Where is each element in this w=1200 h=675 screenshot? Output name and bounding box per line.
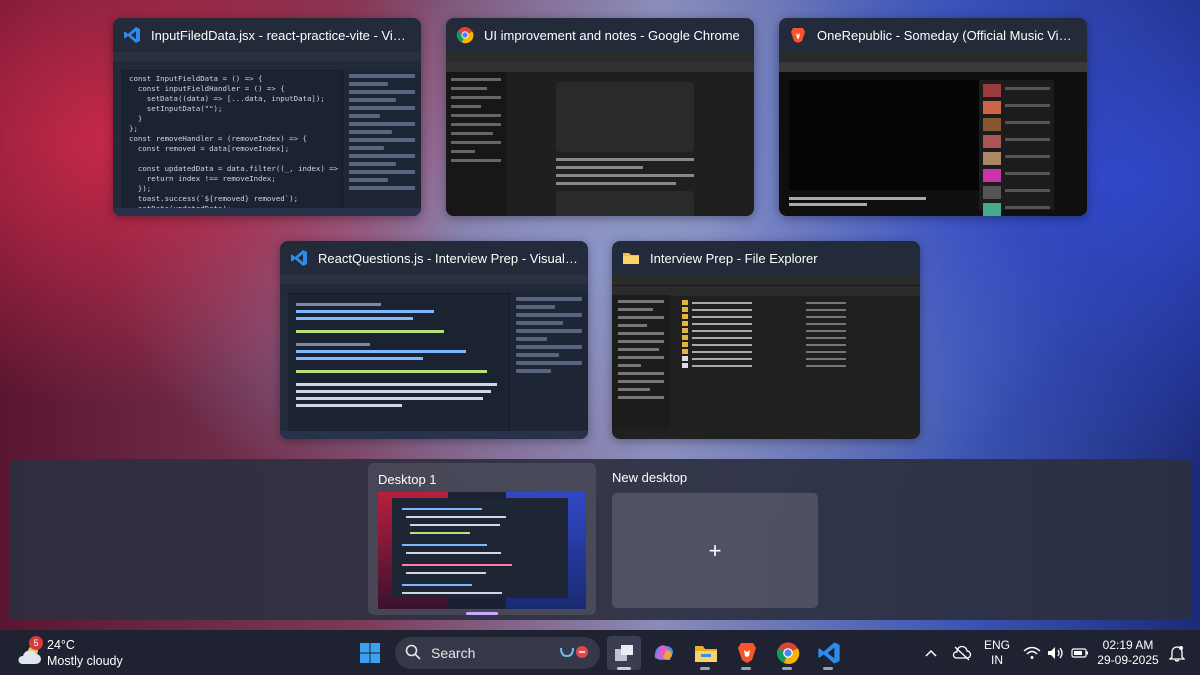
task-view-active-indicator — [617, 667, 631, 670]
window-thumbnail: const InputFieldData = () => { const inp… — [113, 52, 421, 216]
language-code: ENG — [983, 638, 1010, 652]
code-line: const inputFieldHandler = () => { — [129, 84, 285, 93]
vscode-icon — [290, 249, 308, 267]
window-vscode-reactquestions[interactable]: ReactQuestions.js - Interview Prep - Vis… — [280, 241, 588, 439]
bell-icon — [1169, 646, 1185, 662]
copilot-icon — [654, 645, 673, 660]
vscode-icon — [818, 642, 840, 664]
notifications-button[interactable] — [1164, 638, 1190, 668]
code-editor-preview — [296, 299, 508, 427]
window-title: ReactQuestions.js - Interview Prep - Vis… — [318, 250, 578, 266]
cloud-off-icon — [952, 645, 972, 661]
code-line: const removeHandler = (removeIndex) => { — [129, 134, 307, 143]
window-thumbnail — [280, 275, 588, 439]
code-line: setData((data) => [...data, inputData]); — [129, 94, 325, 103]
file-explorer-taskbar-button[interactable] — [691, 638, 721, 668]
window-title-bar[interactable]: Interview Prep - File Explorer — [612, 241, 920, 275]
vscode-taskbar-button[interactable] — [814, 638, 844, 668]
code-line: const removed = data[removeIndex]; — [129, 144, 290, 153]
weather-temperature: 24°C — [47, 638, 75, 652]
window-chrome-ui-improvement[interactable]: UI improvement and notes - Google Chrome — [446, 18, 754, 216]
folder-icon — [695, 646, 717, 662]
code-line: }; — [129, 124, 138, 133]
window-title: UI improvement and notes - Google Chrome — [484, 27, 740, 43]
window-title-bar[interactable]: OneRepublic - Someday (Official Music Vi… — [779, 18, 1087, 52]
active-desktop-indicator — [466, 612, 498, 615]
windows-logo-icon — [360, 643, 380, 663]
window-title: InputFiledData.jsx - react-practice-vite… — [151, 27, 411, 43]
desktop-1-label: Desktop 1 — [378, 472, 437, 487]
chrome-taskbar-button[interactable] — [773, 638, 803, 668]
search-label: Search — [431, 645, 476, 661]
brave-icon — [738, 643, 756, 663]
copilot-button[interactable] — [649, 638, 679, 668]
weather-condition: Mostly cloudy — [47, 654, 123, 668]
code-line: return index !== removeIndex; — [129, 174, 276, 183]
code-line: const updatedData = data.filter((_, inde… — [129, 164, 348, 173]
volume-icon — [1048, 647, 1063, 659]
window-title: Interview Prep - File Explorer — [650, 250, 818, 266]
code-line: const InputFieldData = () => { — [129, 74, 263, 83]
battery-icon — [1071, 648, 1088, 658]
explorer-running-indicator — [700, 667, 710, 670]
window-thumbnail — [446, 52, 754, 216]
virtual-desktops-bar — [9, 459, 1191, 620]
clock[interactable]: 02:19 AM 29-09-2025 — [1095, 638, 1161, 668]
clock-date: 29-09-2025 — [1097, 653, 1159, 667]
chrome-running-indicator — [782, 667, 792, 670]
window-title: OneRepublic - Someday (Official Music Vi… — [817, 27, 1077, 43]
code-line: toast.success(`${removed} removed`); — [129, 194, 299, 203]
code-line: }); — [129, 184, 152, 193]
window-title-bar[interactable]: InputFiledData.jsx - react-practice-vite… — [113, 18, 421, 52]
task-view-icon — [615, 645, 633, 661]
window-file-explorer[interactable]: Interview Prep - File Explorer — [612, 241, 920, 439]
taskbar-search-box[interactable]: Search — [395, 637, 600, 669]
clock-time: 02:19 AM — [1102, 638, 1154, 652]
vscode-running-indicator — [823, 667, 833, 670]
start-button[interactable] — [355, 638, 385, 668]
new-desktop-button[interactable]: + — [612, 493, 818, 608]
weather-notification-badge: 5 — [29, 636, 43, 650]
desktop-1-preview[interactable] — [378, 492, 586, 609]
code-line: setInputData(""); — [129, 104, 223, 113]
window-thumbnail — [612, 275, 920, 439]
search-icon — [405, 644, 421, 663]
window-vscode-inputfield[interactable]: InputFiledData.jsx - react-practice-vite… — [113, 18, 421, 216]
chrome-icon — [456, 26, 474, 44]
code-line: } — [129, 114, 143, 123]
code-editor-preview: const InputFieldData = () => { const inp… — [129, 74, 348, 216]
window-thumbnail — [779, 52, 1087, 216]
window-title-bar[interactable]: ReactQuestions.js - Interview Prep - Vis… — [280, 241, 588, 275]
chevron-up-icon — [925, 649, 937, 657]
brave-icon — [789, 26, 807, 44]
show-hidden-icons-button[interactable] — [918, 638, 944, 668]
search-highlight-icon — [558, 642, 590, 665]
brave-taskbar-button[interactable] — [732, 638, 762, 668]
folder-icon — [622, 249, 640, 267]
weather-text[interactable]: 24°C Mostly cloudy — [47, 637, 123, 669]
plus-icon: + — [708, 537, 722, 563]
explorer-panel-preview — [509, 293, 588, 431]
cloud-offline-button[interactable] — [948, 638, 976, 668]
language-indicator[interactable]: ENG IN — [982, 638, 1012, 668]
wifi-icon — [1023, 646, 1041, 659]
window-title-bar[interactable]: UI improvement and notes - Google Chrome — [446, 18, 754, 52]
chrome-icon — [776, 642, 800, 665]
network-volume-battery-button[interactable] — [1020, 638, 1092, 668]
new-desktop-label: New desktop — [612, 470, 688, 485]
window-brave-youtube[interactable]: OneRepublic - Someday (Official Music Vi… — [779, 18, 1087, 216]
keyboard-region: IN — [991, 653, 1003, 667]
explorer-panel-preview — [342, 70, 421, 208]
task-view-button[interactable] — [607, 636, 641, 670]
vscode-icon — [123, 26, 141, 44]
brave-running-indicator — [741, 667, 751, 670]
